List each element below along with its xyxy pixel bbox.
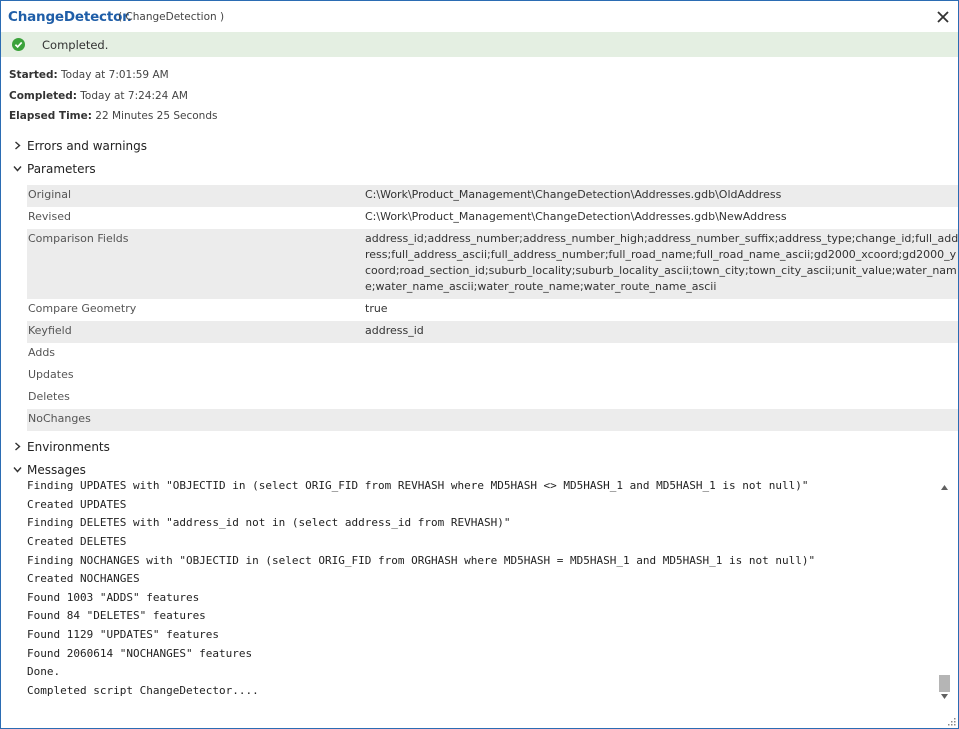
- param-name: Revised: [28, 210, 71, 223]
- elapsed-label: Elapsed Time:: [9, 110, 92, 122]
- param-name: Updates: [28, 368, 74, 381]
- param-row-revised: Revised C:\Work\Product_Management\Chang…: [27, 207, 958, 229]
- param-name: Compare Geometry: [28, 302, 137, 315]
- elapsed-value: 22 Minutes 25 Seconds: [95, 110, 218, 122]
- message-line: Finding DELETES with "address_id not in …: [27, 516, 511, 529]
- parameters-table: Original C:\Work\Product_Management\Chan…: [27, 185, 958, 431]
- scroll-up-arrow-icon[interactable]: [940, 483, 949, 491]
- message-line: Found 1129 "UPDATES" features: [27, 628, 220, 641]
- elapsed-info: Elapsed Time: 22 Minutes 25 Seconds: [9, 110, 217, 122]
- param-name: Original: [28, 188, 72, 201]
- param-row-adds: Adds: [27, 343, 958, 365]
- param-value: C:\Work\Product_Management\ChangeDetecti…: [365, 210, 787, 223]
- chevron-down-icon: [13, 166, 22, 172]
- scroll-thumb[interactable]: [939, 675, 950, 692]
- message-line: Completed script ChangeDetector....: [27, 684, 259, 697]
- completed-info: Completed: Today at 7:24:24 AM: [9, 90, 188, 102]
- started-info: Started: Today at 7:01:59 AM: [9, 69, 169, 81]
- section-label: Messages: [27, 463, 86, 477]
- check-circle-icon: [12, 38, 25, 51]
- param-row-nochanges: NoChanges: [27, 409, 958, 431]
- param-row-compare-geometry: Compare Geometry true: [27, 299, 958, 321]
- param-name: Comparison Fields: [28, 232, 129, 245]
- chevron-right-icon: [15, 442, 21, 451]
- message-line: Finding NOCHANGES with "OBJECTID in (sel…: [27, 554, 816, 567]
- param-row-original: Original C:\Work\Product_Management\Chan…: [27, 185, 958, 207]
- message-line: Found 1003 "ADDS" features: [27, 591, 200, 604]
- param-name: Adds: [28, 346, 56, 359]
- message-line: Created NOCHANGES: [27, 572, 140, 585]
- param-name: Keyfield: [28, 324, 72, 337]
- message-line: Found 2060614 "NOCHANGES" features: [27, 647, 253, 660]
- status-bar: Completed.: [1, 32, 958, 57]
- param-row-updates: Updates: [27, 365, 958, 387]
- section-label: Errors and warnings: [27, 139, 148, 153]
- param-name: NoChanges: [28, 412, 91, 425]
- param-name: Deletes: [28, 390, 70, 403]
- title-bar: ChangeDetector. ( ChangeDetection ): [1, 1, 958, 32]
- message-line: Created DELETES: [27, 535, 127, 548]
- param-value: C:\Work\Product_Management\ChangeDetecti…: [365, 188, 782, 201]
- geoprocessing-details-window: ChangeDetector. ( ChangeDetection ) Comp…: [0, 0, 959, 729]
- message-line: Found 84 "DELETES" features: [27, 609, 206, 622]
- started-value: Today at 7:01:59 AM: [61, 69, 169, 81]
- started-label: Started:: [9, 69, 58, 81]
- tool-subtitle: ( ChangeDetection ): [118, 11, 225, 23]
- message-line: Created UPDATES: [27, 498, 127, 511]
- messages-console[interactable]: Finding UPDATES with "OBJECTID in (selec…: [27, 479, 937, 709]
- param-row-comparison-fields: Comparison Fields address_id;address_num…: [27, 229, 958, 299]
- close-icon[interactable]: [936, 10, 950, 24]
- scroll-down-arrow-icon[interactable]: [940, 693, 949, 701]
- param-row-deletes: Deletes: [27, 387, 958, 409]
- param-value: address_id;address_number;address_number…: [365, 232, 959, 293]
- resize-grip-icon[interactable]: [946, 716, 956, 726]
- message-line: Finding UPDATES with "OBJECTID in (selec…: [27, 479, 809, 492]
- param-value: address_id: [365, 324, 424, 337]
- tool-title: ChangeDetector.: [8, 9, 132, 25]
- message-line: Done.: [27, 665, 61, 678]
- completed-label: Completed:: [9, 90, 77, 102]
- section-label: Environments: [27, 440, 110, 454]
- chevron-right-icon: [15, 141, 21, 150]
- messages-scrollbar[interactable]: [937, 479, 952, 709]
- param-row-keyfield: Keyfield address_id: [27, 321, 958, 343]
- status-text: Completed.: [42, 38, 109, 52]
- completed-value: Today at 7:24:24 AM: [80, 90, 188, 102]
- chevron-down-icon: [13, 467, 22, 473]
- param-value: true: [365, 302, 388, 315]
- section-label: Parameters: [27, 162, 96, 176]
